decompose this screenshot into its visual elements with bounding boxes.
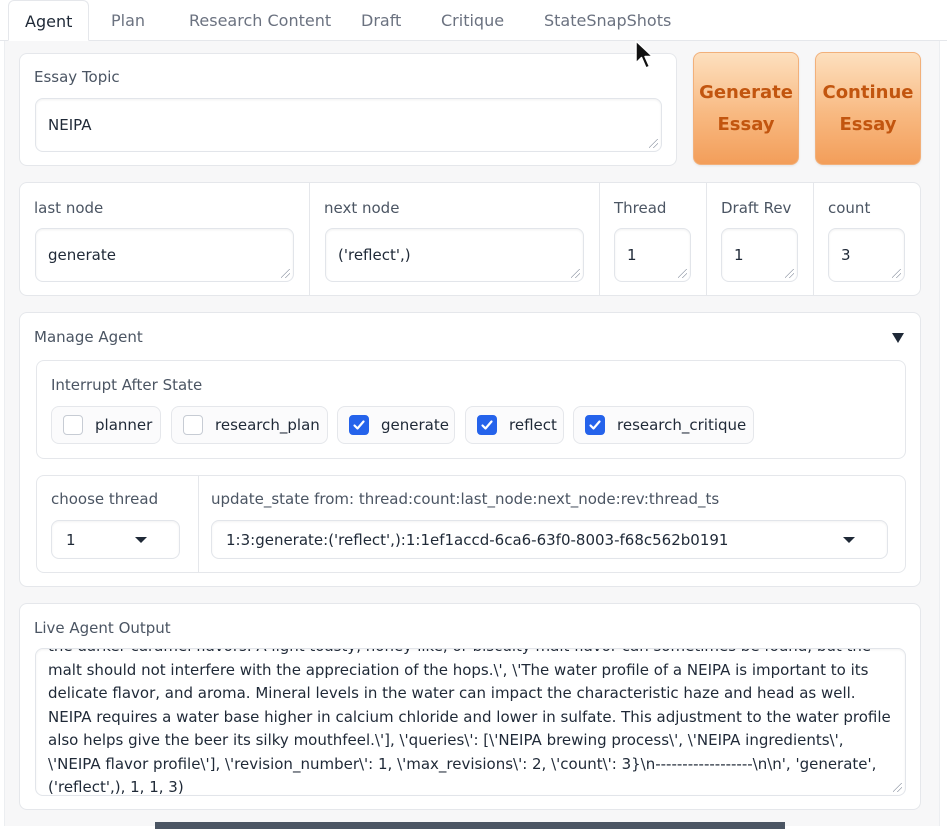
checkbox-box[interactable] bbox=[585, 415, 605, 435]
tab-bar: Agent Plan Research Content Draft Critiq… bbox=[0, 0, 947, 42]
update-state-divider bbox=[198, 476, 199, 572]
tab-plan[interactable]: Plan bbox=[111, 0, 145, 41]
tab-agent[interactable]: Agent bbox=[8, 0, 90, 41]
collapse-triangle-icon[interactable] bbox=[892, 333, 904, 343]
resize-handle-icon[interactable] bbox=[892, 269, 901, 278]
draft-rev-field[interactable]: 1 bbox=[721, 228, 798, 282]
checkbox-reflect[interactable]: reflect bbox=[465, 406, 564, 444]
tab-critique[interactable]: Critique bbox=[441, 0, 504, 41]
chevron-down-icon[interactable] bbox=[135, 537, 147, 543]
update-state-label: update_state from: thread:count:last_nod… bbox=[211, 490, 720, 508]
checkbox-box[interactable] bbox=[349, 415, 369, 435]
essay-topic-input[interactable]: NEIPA bbox=[35, 98, 662, 152]
checkbox-label: research_plan bbox=[215, 416, 320, 434]
live-output-textarea[interactable]: the darker caramel flavors. A light toas… bbox=[35, 648, 906, 796]
interrupt-label: Interrupt After State bbox=[51, 376, 203, 394]
checkmark-icon bbox=[589, 420, 601, 430]
resize-handle-icon[interactable] bbox=[649, 139, 658, 148]
checkbox-box[interactable] bbox=[477, 415, 497, 435]
draft-rev-value: 1 bbox=[734, 246, 744, 264]
thread-value: 1 bbox=[627, 246, 637, 264]
continue-essay-label: Continue Essay bbox=[822, 81, 914, 135]
tab-draft[interactable]: Draft bbox=[361, 0, 401, 41]
essay-topic-value: NEIPA bbox=[48, 116, 92, 134]
draft-rev-label: Draft Rev bbox=[721, 199, 792, 217]
generate-essay-label: Generate Essay bbox=[699, 81, 793, 135]
video-progress-bar bbox=[155, 822, 785, 829]
status-divider bbox=[813, 183, 814, 295]
checkmark-icon bbox=[353, 420, 365, 430]
checkbox-box[interactable] bbox=[63, 415, 83, 435]
last-node-value: generate bbox=[48, 246, 116, 264]
last-node-field[interactable]: generate bbox=[35, 228, 294, 282]
checkbox-box[interactable] bbox=[183, 415, 203, 435]
essay-topic-label: Essay Topic bbox=[34, 68, 120, 86]
status-divider bbox=[599, 183, 600, 295]
checkbox-label: planner bbox=[95, 416, 153, 434]
choose-thread-dropdown[interactable]: 1 bbox=[51, 520, 180, 559]
chevron-down-icon[interactable] bbox=[843, 537, 855, 543]
checkbox-generate[interactable]: generate bbox=[337, 406, 455, 444]
thread-field[interactable]: 1 bbox=[614, 228, 691, 282]
status-divider bbox=[706, 183, 707, 295]
resize-handle-icon[interactable] bbox=[281, 269, 290, 278]
tab-research-content[interactable]: Research Content bbox=[189, 0, 331, 41]
resize-handle-icon[interactable] bbox=[678, 269, 687, 278]
mouse-cursor-icon bbox=[635, 40, 654, 69]
next-node-label: next node bbox=[324, 199, 400, 217]
live-output-text: the darker caramel flavors. A light toas… bbox=[48, 649, 891, 796]
count-label: count bbox=[828, 199, 871, 217]
status-divider bbox=[309, 183, 310, 295]
resize-handle-icon[interactable] bbox=[785, 269, 794, 278]
resize-handle-icon[interactable] bbox=[893, 783, 902, 792]
checkbox-planner[interactable]: planner bbox=[51, 406, 161, 444]
generate-essay-button[interactable]: Generate Essay bbox=[693, 52, 799, 165]
checkbox-label: research_critique bbox=[617, 416, 747, 434]
tab-statesnapshots[interactable]: StateSnapShots bbox=[544, 0, 671, 41]
count-field[interactable]: 3 bbox=[828, 228, 905, 282]
checkbox-research-plan[interactable]: research_plan bbox=[171, 406, 328, 444]
checkbox-label: generate bbox=[381, 416, 449, 434]
essay-topic-card: Essay Topic NEIPA bbox=[19, 53, 677, 166]
last-node-label: last node bbox=[34, 199, 104, 217]
resize-handle-icon[interactable] bbox=[571, 269, 580, 278]
manage-agent-title[interactable]: Manage Agent bbox=[34, 328, 143, 346]
checkbox-label: reflect bbox=[509, 416, 557, 434]
checkmark-icon bbox=[481, 420, 493, 430]
choose-thread-label: choose thread bbox=[51, 490, 159, 508]
choose-thread-value: 1 bbox=[66, 530, 76, 549]
live-output-label: Live Agent Output bbox=[34, 619, 171, 637]
continue-essay-button[interactable]: Continue Essay bbox=[815, 52, 921, 165]
checkbox-research-critique[interactable]: research_critique bbox=[573, 406, 754, 444]
update-state-dropdown[interactable]: 1:3:generate:('reflect',):1:1ef1accd-6ca… bbox=[211, 520, 888, 559]
next-node-field[interactable]: ('reflect',) bbox=[325, 228, 584, 282]
thread-label: Thread bbox=[614, 199, 667, 217]
update-state-value: 1:3:generate:('reflect',):1:1ef1accd-6ca… bbox=[226, 530, 729, 549]
status-card: last node generate next node ('reflect',… bbox=[19, 182, 921, 296]
next-node-value: ('reflect',) bbox=[338, 246, 411, 264]
count-value: 3 bbox=[841, 246, 851, 264]
